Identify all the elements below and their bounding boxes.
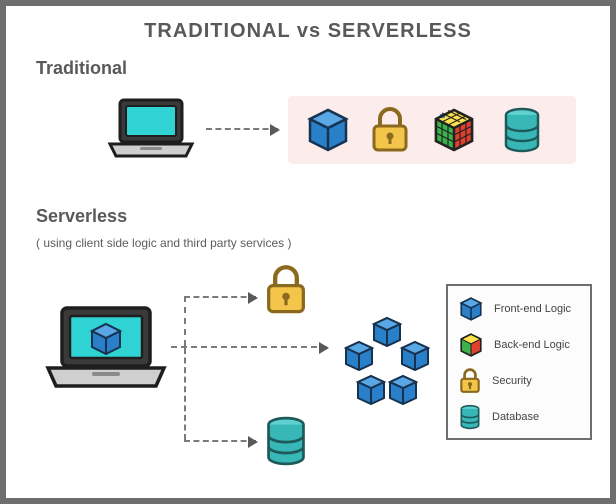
arrow-to-security [184,296,256,298]
arrow-to-frontend [171,346,327,348]
cube-cluster-icon [332,316,442,416]
cube-icon [304,106,352,154]
arrow-segment [184,348,186,440]
database-icon [458,404,482,430]
arrow-segment [184,296,186,346]
legend-row-backend: Back-end Logic [458,332,580,358]
rubik-icon [430,106,478,154]
legend-label: Back-end Logic [494,339,570,351]
legend-row-frontend: Front-end Logic [458,296,580,322]
serverless-subtitle: ( using client side logic and third part… [36,236,291,250]
lock-icon [368,106,412,154]
lock-icon [458,368,482,394]
legend-box: Front-end Logic Back-end Logic Security [446,284,592,440]
rubik-icon [458,332,484,358]
diagram-frame: TRADITIONAL vs SERVERLESS Traditional [0,0,616,504]
legend-label: Front-end Logic [494,303,571,315]
legend-row-security: Security [458,368,580,394]
page-title: TRADITIONAL vs SERVERLESS [6,20,610,43]
laptop-icon [44,306,168,392]
laptop-icon [106,98,196,160]
section-label-serverless: Serverless [36,206,127,227]
legend-label: Security [492,375,532,387]
cube-icon [458,296,484,322]
legend-label: Database [492,411,539,423]
arrow-to-database [184,440,256,442]
database-icon [500,106,544,154]
legend-row-database: Database [458,404,580,430]
section-label-traditional: Traditional [36,58,127,79]
lock-icon [262,264,310,316]
database-icon [262,414,310,468]
arrow-traditional [206,128,278,130]
